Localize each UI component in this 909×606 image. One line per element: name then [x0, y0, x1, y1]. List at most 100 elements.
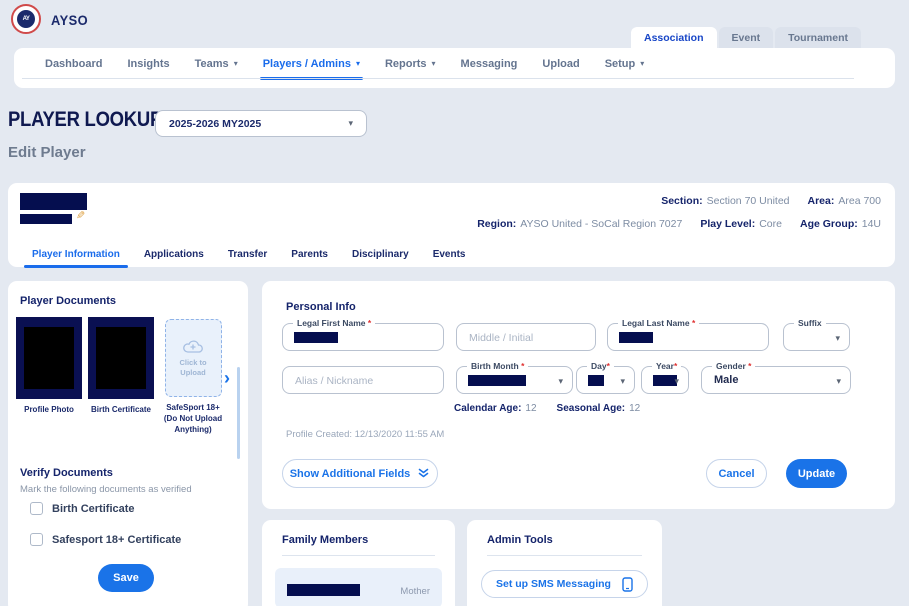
documents-scrollbar[interactable]: [237, 367, 240, 459]
tab-disciplinary[interactable]: Disciplinary: [352, 243, 409, 265]
tab-events[interactable]: Events: [433, 243, 466, 265]
birth-certificate-checkbox[interactable]: [30, 502, 43, 515]
checkbox-label: Birth Certificate: [52, 503, 135, 515]
legal-last-name-field[interactable]: Legal Last Name *: [607, 323, 769, 351]
family-member-row[interactable]: Mother: [275, 568, 442, 606]
info-label: Play Level:: [700, 218, 755, 230]
chevron-down-icon: ▾: [356, 59, 360, 68]
info-label: Region:: [477, 218, 516, 230]
tab-player-information[interactable]: Player Information: [32, 243, 120, 265]
field-label: Legal Last Name *: [618, 318, 699, 328]
profile-created-timestamp: Profile Created: 12/13/2020 11:55 AM: [286, 429, 444, 440]
middle-initial-field[interactable]: Middle / Initial: [456, 323, 596, 351]
tab-label: Disciplinary: [352, 249, 409, 260]
field-placeholder: Alias / Nickname: [295, 375, 373, 387]
profile-photo-thumbnail[interactable]: [16, 317, 82, 399]
required-marker: *: [674, 361, 677, 371]
seasonal-age: Seasonal Age:12: [557, 403, 641, 414]
double-chevron-down-icon: [417, 467, 430, 480]
nav-messaging[interactable]: Messaging: [461, 48, 518, 79]
phone-icon: [622, 577, 633, 592]
save-button[interactable]: Save: [98, 564, 154, 592]
context-tabs: Association Event Tournament: [631, 27, 861, 48]
divider: [487, 555, 642, 556]
nav-label: Upload: [542, 58, 579, 70]
chevron-down-icon: ▾: [836, 376, 841, 387]
tab-transfer[interactable]: Transfer: [228, 243, 267, 265]
document-item-profile-photo: Profile Photo: [16, 317, 82, 435]
nav-upload[interactable]: Upload: [542, 48, 579, 79]
tab-tournament[interactable]: Tournament: [775, 27, 861, 48]
update-button[interactable]: Update: [786, 459, 847, 488]
tab-association[interactable]: Association: [631, 27, 717, 48]
redacted-value: [588, 375, 604, 386]
info-value: AYSO United - SoCal Region 7027: [520, 218, 682, 230]
gender-select[interactable]: Gender * Male ▾: [701, 366, 851, 394]
nav-label: Setup: [605, 58, 636, 70]
checkbox-label: Safesport 18+ Certificate: [52, 534, 181, 546]
player-documents-panel: Player Documents Profile Photo Birth Cer…: [8, 281, 248, 606]
nav-label: Players / Admins: [263, 58, 351, 70]
info-value: 14U: [862, 218, 881, 230]
cloud-upload-icon: [182, 339, 204, 355]
field-label: Legal First Name *: [293, 318, 375, 328]
nav-players-admins[interactable]: Players / Admins ▾: [263, 48, 360, 79]
birth-year-select[interactable]: Year* ▾: [641, 366, 689, 394]
ayso-logo-icon: AY: [11, 4, 41, 34]
cancel-button[interactable]: Cancel: [706, 459, 767, 488]
upload-dropzone[interactable]: Click to Upload: [165, 319, 222, 397]
tab-parents[interactable]: Parents: [291, 243, 328, 265]
info-label: Area:: [808, 195, 835, 207]
family-members-title: Family Members: [282, 534, 368, 546]
tab-event[interactable]: Event: [719, 27, 774, 48]
info-value: Core: [759, 218, 782, 230]
info-area: Area:Area 700: [808, 195, 881, 207]
membership-year-select[interactable]: 2025-2026 MY2025 ▾: [155, 110, 367, 137]
suffix-select[interactable]: Suffix ▾: [783, 323, 850, 351]
membership-year-value: 2025-2026 MY2025: [169, 118, 261, 130]
field-label: Gender *: [712, 361, 755, 371]
divider: [282, 555, 435, 556]
edit-pencil-icon[interactable]: ✎: [76, 209, 85, 222]
legal-first-name-field[interactable]: Legal First Name *: [282, 323, 444, 351]
carousel-next-icon[interactable]: ›: [224, 369, 230, 387]
nav-insights[interactable]: Insights: [127, 48, 169, 79]
family-member-name-redacted: [287, 584, 360, 596]
personal-info-title: Personal Info: [286, 301, 356, 313]
chevron-down-icon: ▾: [432, 59, 436, 68]
verify-documents-title: Verify Documents: [20, 467, 113, 479]
player-info-row: Region: AYSO United - SoCal Region 7027 P…: [477, 218, 881, 230]
player-info-row: Section:Section 70 United Area:Area 700: [661, 195, 881, 207]
primary-nav: Dashboard Insights Teams ▾ Players / Adm…: [45, 48, 644, 79]
field-label: Birth Month *: [467, 361, 528, 371]
chevron-down-icon: ▾: [640, 59, 644, 68]
page-subtitle: Edit Player: [8, 144, 86, 161]
tab-applications[interactable]: Applications: [144, 243, 204, 265]
info-region: Region: AYSO United - SoCal Region 7027: [477, 218, 682, 230]
redacted-value: [294, 332, 338, 343]
tab-label: Parents: [291, 249, 328, 260]
nav-setup[interactable]: Setup ▾: [605, 48, 645, 79]
required-marker: *: [607, 361, 610, 371]
calendar-age: Calendar Age:12: [454, 403, 537, 414]
required-marker: *: [692, 318, 695, 328]
redacted-photo: [24, 327, 74, 389]
nav-reports[interactable]: Reports ▾: [385, 48, 436, 79]
nav-teams[interactable]: Teams ▾: [195, 48, 238, 79]
verify-safesport-row: Safesport 18+ Certificate: [30, 533, 181, 546]
button-label: Set up SMS Messaging: [496, 578, 611, 590]
player-name-redacted: [20, 193, 87, 210]
birth-day-select[interactable]: Day* ▾: [576, 366, 635, 394]
setup-sms-messaging-button[interactable]: Set up SMS Messaging: [481, 570, 648, 598]
field-label: Day*: [587, 361, 614, 371]
safesport-checkbox[interactable]: [30, 533, 43, 546]
birth-certificate-thumbnail[interactable]: [88, 317, 154, 399]
info-label: Age Group:: [800, 218, 858, 230]
nav-dashboard[interactable]: Dashboard: [45, 48, 102, 79]
player-summary-card: ✎ Section:Section 70 United Area:Area 70…: [8, 183, 895, 267]
birth-month-select[interactable]: Birth Month * ▾: [456, 366, 573, 394]
show-additional-fields-button[interactable]: Show Additional Fields: [282, 459, 438, 488]
required-marker: *: [368, 318, 371, 328]
required-marker: *: [748, 361, 751, 371]
alias-nickname-field[interactable]: Alias / Nickname: [282, 366, 444, 394]
